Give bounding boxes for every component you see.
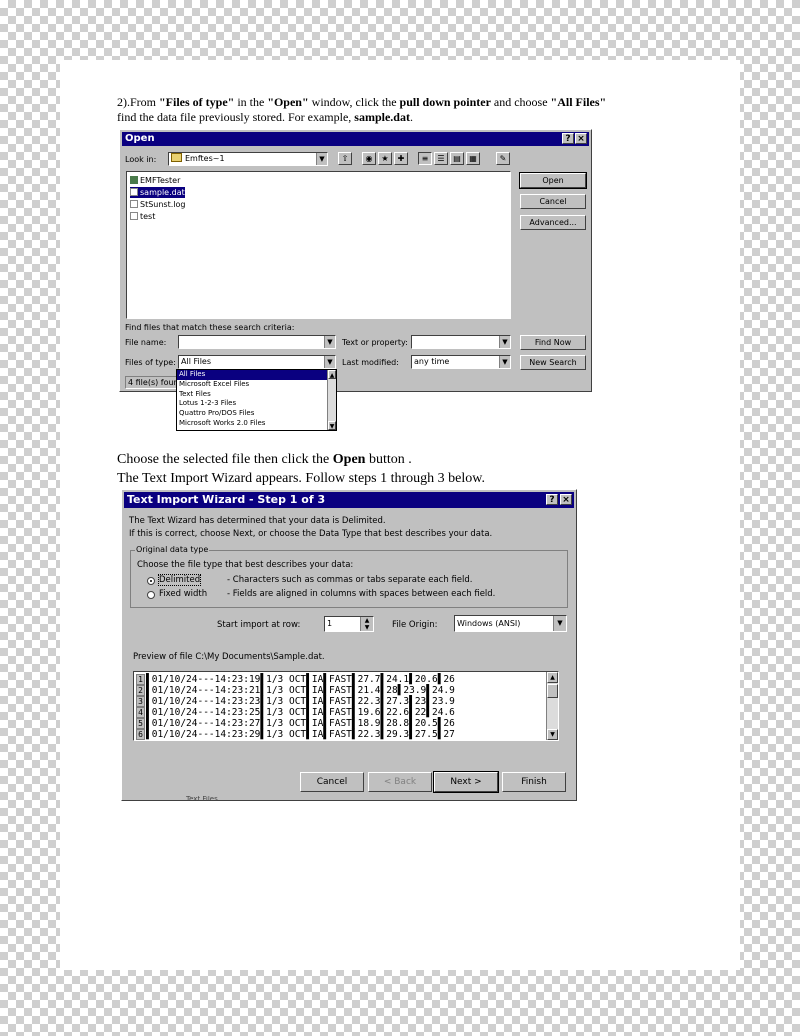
menu-item-works-files[interactable]: Microsoft Works 2.0 Files [177,419,336,429]
list-view-icon[interactable]: ≡ [418,152,432,165]
text-property-field[interactable]: ▼ [411,335,511,349]
preview-row: 5 ▌01/10/24---14:23:27▌1/3 OCT▌IA▌FAST▌18… [136,718,455,729]
fixed-width-description: - Fields are aligned in columns with spa… [227,589,496,599]
preview-row: 4 ▌01/10/24---14:23:25▌1/3 OCT▌IA▌FAST▌19… [136,707,455,718]
chevron-down-icon: ▼ [324,336,335,348]
menu-item-all-files[interactable]: All Files [177,370,336,380]
preview-row: 3 ▌01/10/24---14:23:23▌1/3 OCT▌IA▌FAST▌22… [136,696,455,707]
open-dialog-titlebar: Open ? × [122,132,589,146]
open-button[interactable]: Open [519,172,587,189]
file-icon [130,188,138,196]
look-in-label: Look in: [125,155,157,164]
menu-scrollbar[interactable]: ▲ ▼ [327,370,336,430]
folder-icon [171,153,182,162]
wizard-description-1: The Text Wizard has determined that your… [129,516,386,526]
details-view-icon[interactable]: ☰ [434,152,448,165]
finish-button[interactable]: Finish [502,772,566,792]
file-icon [130,200,138,208]
start-row-spinner[interactable]: 1 ▲ ▼ [324,616,374,632]
close-button[interactable]: × [575,133,587,144]
step2-instruction: 2).From "Files of type" in the "Open" wi… [117,95,607,109]
file-preview[interactable]: 1 ▌01/10/24---14:23:19▌1/3 OCT▌IA▌FAST▌27… [133,671,559,741]
menu-item-lotus-files[interactable]: Lotus 1-2-3 Files [177,399,336,409]
help-button[interactable]: ? [546,494,558,505]
advanced-button[interactable]: Advanced... [520,215,586,230]
chevron-down-icon: ▼ [324,356,335,368]
files-of-type-dropdown[interactable]: All Files ▼ [178,355,336,369]
back-button[interactable]: < Back [368,772,432,792]
start-row-label: Start import at row: [217,620,301,630]
wizard-intro: The Text Import Wizard appears. Follow s… [117,471,485,486]
preview-row: 1 ▌01/10/24---14:23:19▌1/3 OCT▌IA▌FAST▌27… [136,674,455,685]
chevron-down-icon: ▼ [316,153,327,165]
text-property-label: Text or property: [342,338,408,347]
find-files-label: Find files that match these search crite… [125,323,295,332]
last-modified-dropdown[interactable]: any time ▼ [411,355,511,369]
new-search-button[interactable]: New Search [520,355,586,370]
cancel-button[interactable]: Cancel [300,772,364,792]
preview-view-icon[interactable]: ▦ [466,152,480,165]
files-of-type-label: Files of type: [125,358,176,367]
web-search-icon[interactable]: ◉ [362,152,376,165]
menu-item-text-files[interactable]: Text Files [177,390,336,400]
step2-instruction-line2: find the data file previously stored. Fo… [117,110,413,124]
favorites-icon[interactable]: ★ [378,152,392,165]
file-item-test[interactable]: test [130,211,155,222]
last-modified-label: Last modified: [342,358,399,367]
cancel-button[interactable]: Cancel [520,194,586,209]
delimited-description: - Characters such as commas or tabs sepa… [227,575,473,585]
add-favorite-icon[interactable]: ✚ [394,152,408,165]
wizard-description-2: If this is correct, choose Next, or choo… [129,529,493,539]
overlap-fragment-text: Text Files [186,796,218,802]
text-import-wizard: Text Import Wizard - Step 1 of 3 ? × The… [121,489,577,801]
wizard-title: Text Import Wizard - Step 1 of 3 [127,493,326,506]
open-dialog: Open ? × Look in: Emftes~1 ▼ ⇧ ◉ ★ ✚ ≡ ☰… [119,129,592,392]
file-item-sample[interactable]: sample.dat [130,187,185,198]
look-in-dropdown[interactable]: Emftes~1 ▼ [168,152,328,166]
folder-exe-icon [130,176,138,184]
preview-scrollbar[interactable]: ▲ ▼ [546,672,558,740]
file-origin-label: File Origin: [392,620,438,630]
scroll-thumb[interactable] [547,684,558,698]
choose-instruction: Choose the selected file then click the … [117,452,412,467]
preview-row: 2 ▌01/10/24---14:23:21▌1/3 OCT▌IA▌FAST▌21… [136,685,455,696]
delimited-label[interactable]: Delimited [157,574,202,586]
preview-row: 6 ▌01/10/24---14:23:29▌1/3 OCT▌IA▌FAST▌22… [136,729,455,740]
fixed-width-label[interactable]: Fixed width [159,589,207,599]
wizard-titlebar: Text Import Wizard - Step 1 of 3 ? × [124,492,574,508]
scroll-down-icon[interactable]: ▼ [328,421,336,430]
spinner-arrows-icon[interactable]: ▲ ▼ [360,617,373,631]
scroll-up-icon[interactable]: ▲ [328,370,336,379]
delimited-radio[interactable] [147,577,155,585]
menu-item-excel-files[interactable]: Microsoft Excel Files [177,380,336,390]
chevron-down-icon: ▼ [499,336,510,348]
status-bar: 4 file(s) found [125,376,177,389]
open-dialog-title: Open [125,133,155,144]
next-button[interactable]: Next > [433,771,499,793]
scroll-down-icon[interactable]: ▼ [547,729,558,740]
original-data-type-group: Original data type Choose the file type … [130,545,568,608]
preview-label: Preview of file C:\My Documents\Sample.d… [133,652,325,662]
file-item-stsunst[interactable]: StSunst.log [130,199,185,210]
chevron-down-icon: ▼ [499,356,510,368]
scroll-up-icon[interactable]: ▲ [547,672,558,683]
up-folder-icon[interactable]: ⇧ [338,152,352,165]
menu-item-quattro-files[interactable]: Quattro Pro/DOS Files [177,409,336,419]
file-name-label: File name: [125,338,167,347]
file-icon [130,212,138,220]
file-origin-dropdown[interactable]: Windows (ANSI) ▼ [454,615,567,632]
fixed-width-radio[interactable] [147,591,155,599]
close-button[interactable]: × [560,494,572,505]
choose-label: Choose the file type that best describes… [137,560,354,570]
chevron-down-icon: ▼ [553,616,566,631]
group-title: Original data type [135,545,210,554]
file-name-field[interactable]: ▼ [178,335,336,349]
help-button[interactable]: ? [562,133,574,144]
file-list[interactable]: EMFTester sample.dat StSunst.log test [126,171,511,319]
properties-view-icon[interactable]: ▤ [450,152,464,165]
file-item-emftester[interactable]: EMFTester [130,175,180,186]
find-now-button[interactable]: Find Now [520,335,586,350]
commands-icon[interactable]: ✎ [496,152,510,165]
files-of-type-menu[interactable]: All Files Microsoft Excel Files Text Fil… [176,369,337,431]
